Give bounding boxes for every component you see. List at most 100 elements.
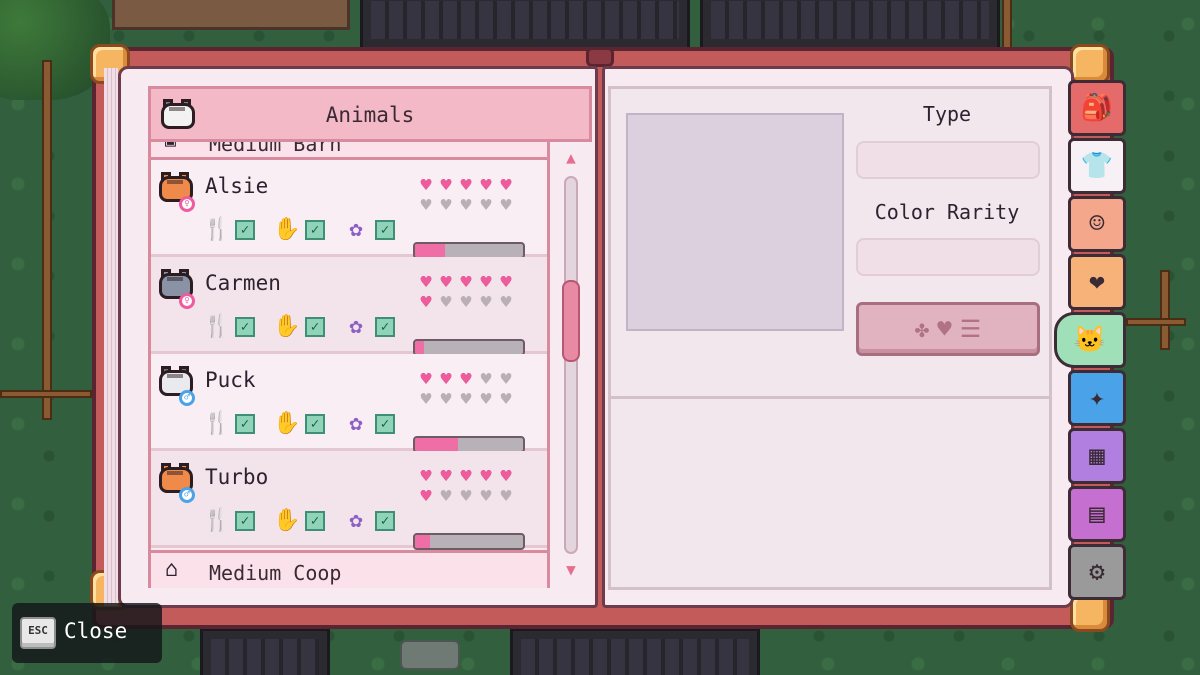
scroll-up-arrow-icon[interactable]: ▲ xyxy=(560,148,582,167)
care-status: 🍴 ✓ ✋ ✓ ✿ ✓ xyxy=(203,508,407,533)
heart-filled-icon: ♥ xyxy=(460,466,472,487)
tab-animal[interactable]: 🐱 xyxy=(1054,312,1126,368)
heart-filled-icon: ♥ xyxy=(420,369,432,390)
heart-empty-icon: ♥ xyxy=(440,389,452,410)
heart-empty-icon: ♥ xyxy=(440,292,452,313)
female-gender-icon: ♀ xyxy=(179,293,195,309)
heart-empty-icon: ♥ xyxy=(460,195,472,216)
group-header-medium-coop[interactable]: ⌂ Medium Coop xyxy=(151,550,547,588)
animal-name: Carmen xyxy=(205,271,281,295)
coop-icon: ⌂ xyxy=(165,557,179,582)
watered-checkbox: ✓ xyxy=(305,510,325,531)
animal-portrait-icon: ♀ xyxy=(157,170,197,212)
backpack-icon: 🎒 xyxy=(1080,93,1114,123)
animal-portrait-icon: ♂ xyxy=(157,364,197,406)
care-status: 🍴 ✓ ✋ ✓ ✿ ✓ xyxy=(203,314,407,339)
group-label: Medium Barn xyxy=(209,142,342,156)
animal-portrait-icon: ♀ xyxy=(157,267,197,309)
close-label: Close xyxy=(64,619,128,643)
heart-filled-icon: ♥ xyxy=(440,466,452,487)
heart-filled-icon: ♥ xyxy=(420,292,432,313)
petted-checkbox: ✓ xyxy=(375,316,395,337)
pet-icon: ✿ xyxy=(349,508,363,533)
fed-checkbox: ✓ xyxy=(235,413,255,434)
tab-sparkle[interactable]: ✦ xyxy=(1068,370,1126,426)
heart-filled-icon: ♥ xyxy=(440,369,452,390)
heart-empty-icon: ♥ xyxy=(420,195,432,216)
tab-map[interactable]: ▦ xyxy=(1068,428,1126,484)
close-hint[interactable]: ESC Close xyxy=(12,603,162,663)
friendship-hearts: ♥ ♥ ♥ ♥ ♥ ♥ ♥ ♥ ♥ ♥ xyxy=(417,273,527,313)
tab-character[interactable]: ☺ xyxy=(1068,196,1126,252)
petted-checkbox: ✓ xyxy=(375,413,395,434)
friendship-progress-fill xyxy=(415,341,424,354)
heart-icon: ❤ xyxy=(1089,267,1105,297)
tab-heart[interactable]: ❤ xyxy=(1068,254,1126,310)
animal-name: Turbo xyxy=(205,465,269,489)
pet-icon: ✿ xyxy=(349,217,363,242)
page-edge-left xyxy=(104,68,118,606)
heart-empty-icon: ♥ xyxy=(500,195,512,216)
friendship-progress-fill xyxy=(415,244,446,257)
animals-title: Animals xyxy=(325,103,415,127)
animal-row[interactable]: ♂ Turbo ♥ ♥ ♥ ♥ ♥ ♥ ♥ ♥ ♥ ♥ 🍴 ✓ ✋ ✓ ✿ ✓ xyxy=(151,451,547,550)
heart-empty-icon: ♥ xyxy=(460,292,472,313)
scroll-rail[interactable] xyxy=(564,176,578,554)
animal-name: Puck xyxy=(205,368,256,392)
esc-key-icon: ESC xyxy=(20,617,56,649)
hand-icon: ✋ xyxy=(273,314,301,339)
heart-filled-icon: ♥ xyxy=(420,175,432,196)
friendship-hearts: ♥ ♥ ♥ ♥ ♥ ♥ ♥ ♥ ♥ ♥ xyxy=(417,467,527,507)
tab-journal[interactable]: ▤ xyxy=(1068,486,1126,542)
friendship-progress-fill xyxy=(415,438,459,451)
heart-filled-icon: ♥ xyxy=(440,175,452,196)
animal-list[interactable]: ▣ Medium Barn ♀Alsie♥♥♥♥♥♥♥♥♥♥🍴✓✋✓✿✓♀Car… xyxy=(148,142,550,588)
fed-checkbox: ✓ xyxy=(235,219,255,240)
heart-filled-icon: ♥ xyxy=(420,272,432,293)
petted-checkbox: ✓ xyxy=(375,510,395,531)
hand-icon: ✋ xyxy=(273,411,301,436)
detail-divider xyxy=(608,396,1052,399)
male-gender-icon: ♂ xyxy=(179,390,195,406)
tab-settings-gear[interactable]: ⚙ xyxy=(1068,544,1126,600)
heart-empty-icon: ♥ xyxy=(480,486,492,507)
friendship-hearts: ♥ ♥ ♥ ♥ ♥ ♥ ♥ ♥ ♥ ♥ xyxy=(417,176,527,216)
heart-filled-icon: ♥ xyxy=(420,466,432,487)
heart-filled-icon: ♥ xyxy=(480,466,492,487)
animal-name: Alsie xyxy=(205,174,269,198)
heart-filled-icon: ♥ xyxy=(420,486,432,507)
petted-checkbox: ✓ xyxy=(375,219,395,240)
type-field xyxy=(856,141,1040,179)
group-header-medium-barn[interactable]: ▣ Medium Barn xyxy=(151,142,547,160)
watered-checkbox: ✓ xyxy=(305,413,325,434)
heart-empty-icon: ♥ xyxy=(500,292,512,313)
heart-empty-icon: ♥ xyxy=(480,292,492,313)
heart-icon: ♥ xyxy=(937,315,952,343)
heart-empty-icon: ♥ xyxy=(480,369,492,390)
heart-empty-icon: ♥ xyxy=(460,389,472,410)
character-icon: ☺ xyxy=(1089,209,1105,239)
scroll-thumb[interactable] xyxy=(562,280,580,362)
heart-filled-icon: ♥ xyxy=(500,272,512,293)
tab-clothing[interactable]: 👕 xyxy=(1068,138,1126,194)
heart-filled-icon: ♥ xyxy=(480,175,492,196)
heart-empty-icon: ♥ xyxy=(460,486,472,507)
animal-row[interactable]: ♀ Carmen ♥ ♥ ♥ ♥ ♥ ♥ ♥ ♥ ♥ ♥ 🍴 ✓ ✋ ✓ ✿ ✓ xyxy=(151,257,547,356)
scroll-down-arrow-icon[interactable]: ▼ xyxy=(560,560,582,579)
heart-filled-icon: ♥ xyxy=(460,369,472,390)
animal-list-scrollbar[interactable]: ▲ ▼ xyxy=(560,148,582,582)
fed-checkbox: ✓ xyxy=(235,316,255,337)
friendship-hearts: ♥ ♥ ♥ ♥ ♥ ♥ ♥ ♥ ♥ ♥ xyxy=(417,370,527,410)
animal-action-button[interactable]: ✤ ♥ ☰ xyxy=(856,302,1040,356)
heart-empty-icon: ♥ xyxy=(500,369,512,390)
tab-backpack[interactable]: 🎒 xyxy=(1068,80,1126,136)
food-icon: 🍴 xyxy=(203,411,231,436)
animal-icon: 🐱 xyxy=(1073,325,1107,355)
heart-empty-icon: ♥ xyxy=(480,195,492,216)
friendship-progress-fill xyxy=(415,535,431,548)
hand-icon: ✋ xyxy=(273,508,301,533)
animal-row[interactable]: ♂ Puck ♥ ♥ ♥ ♥ ♥ ♥ ♥ ♥ ♥ ♥ 🍴 ✓ ✋ ✓ ✿ ✓ xyxy=(151,354,547,453)
heart-empty-icon: ♥ xyxy=(500,389,512,410)
animal-row[interactable]: ♀ Alsie ♥ ♥ ♥ ♥ ♥ ♥ ♥ ♥ ♥ ♥ 🍴 ✓ ✋ ✓ ✿ ✓ xyxy=(151,160,547,259)
heart-filled-icon: ♥ xyxy=(460,272,472,293)
